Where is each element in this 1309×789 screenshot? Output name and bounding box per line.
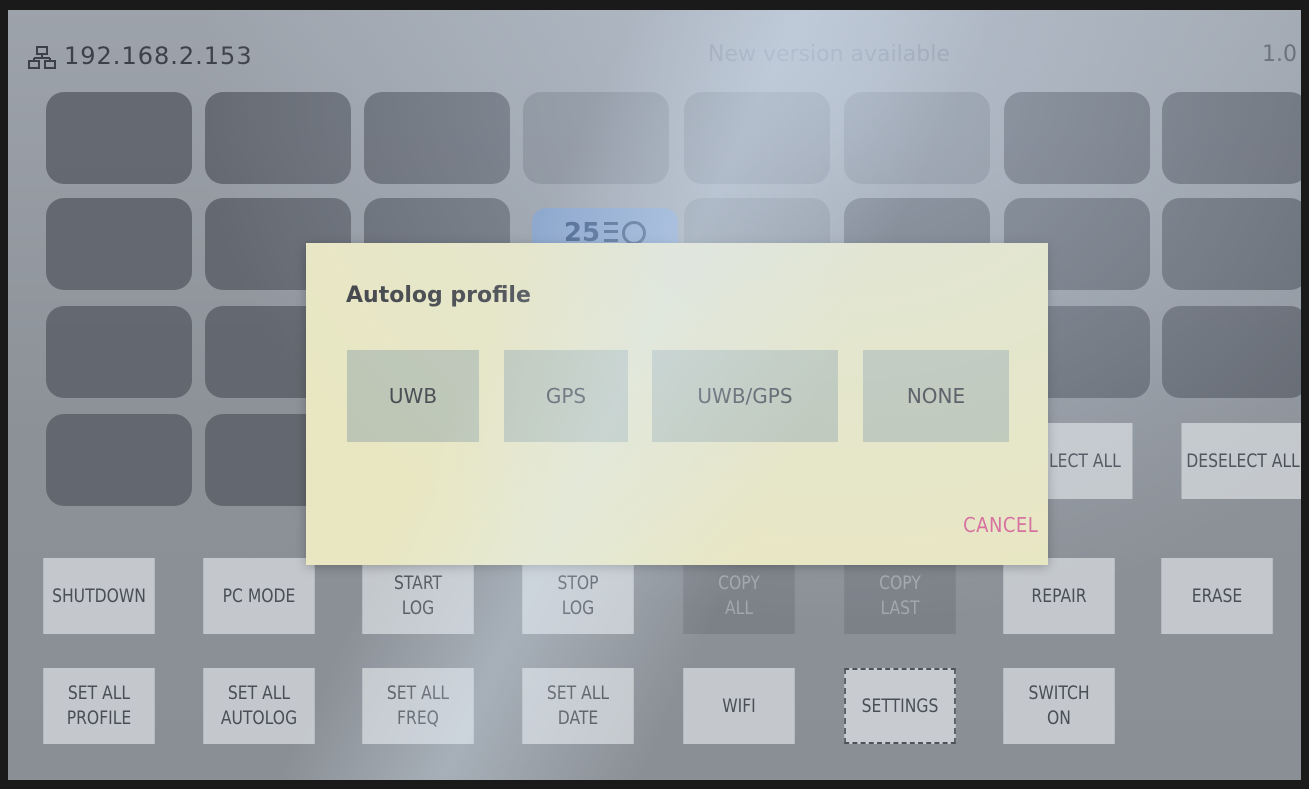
- device-screen: 192.168.2.153 New version available 1.0 …: [8, 10, 1301, 780]
- device-tile[interactable]: [46, 306, 192, 398]
- option-uwb-button[interactable]: UWB: [347, 350, 479, 442]
- pc-mode-button[interactable]: PC MODE: [203, 558, 315, 634]
- network-icon: [28, 46, 56, 69]
- option-uwb-gps-button[interactable]: UWB/GPS: [652, 350, 838, 442]
- device-tile[interactable]: [364, 92, 510, 184]
- shutdown-button[interactable]: SHUTDOWN: [43, 558, 155, 634]
- repair-button[interactable]: REPAIR: [1003, 558, 1115, 634]
- copy-all-button[interactable]: COPY ALL: [683, 558, 795, 634]
- set-all-autolog-button[interactable]: SET ALL AUTOLOG: [203, 668, 315, 744]
- device-tile[interactable]: [1162, 306, 1301, 398]
- status-bar: 192.168.2.153 New version available 1.0: [8, 38, 1301, 78]
- option-none-button[interactable]: NONE: [863, 350, 1009, 442]
- dialog-title: Autolog profile: [346, 283, 531, 308]
- deselect-all-button[interactable]: DESELECT ALL: [1181, 423, 1301, 499]
- device-tile[interactable]: [1004, 92, 1150, 184]
- stop-log-button[interactable]: STOP LOG: [522, 558, 634, 634]
- device-tile[interactable]: [523, 92, 669, 184]
- device-tile[interactable]: [844, 92, 990, 184]
- version-notice[interactable]: New version available: [708, 42, 950, 67]
- battery-icon: [604, 222, 619, 242]
- copy-last-button[interactable]: COPY LAST: [844, 558, 956, 634]
- device-tile[interactable]: [1162, 92, 1301, 184]
- settings-button[interactable]: SETTINGS: [844, 668, 956, 744]
- set-all-freq-button[interactable]: SET ALL FREQ: [362, 668, 474, 744]
- device-tile[interactable]: [684, 92, 830, 184]
- cancel-button[interactable]: CANCEL: [963, 513, 1038, 537]
- autolog-profile-dialog: Autolog profile UWB GPS UWB/GPS NONE CAN…: [306, 243, 1048, 565]
- set-all-profile-button[interactable]: SET ALL PROFILE: [43, 668, 155, 744]
- erase-button[interactable]: ERASE: [1161, 558, 1273, 634]
- ip-address: 192.168.2.153: [64, 42, 253, 70]
- device-tile[interactable]: [46, 92, 192, 184]
- device-tile[interactable]: [46, 414, 192, 506]
- option-gps-button[interactable]: GPS: [504, 350, 628, 442]
- version-number: 1.0: [1262, 42, 1297, 67]
- device-tile[interactable]: [1162, 198, 1301, 290]
- switch-on-button[interactable]: SWITCH ON: [1003, 668, 1115, 744]
- device-tile[interactable]: [205, 92, 351, 184]
- device-tile[interactable]: [46, 198, 192, 290]
- sync-icon: [622, 221, 647, 245]
- wifi-button[interactable]: WIFI: [683, 668, 795, 744]
- start-log-button[interactable]: START LOG: [362, 558, 474, 634]
- set-all-date-button[interactable]: SET ALL DATE: [522, 668, 634, 744]
